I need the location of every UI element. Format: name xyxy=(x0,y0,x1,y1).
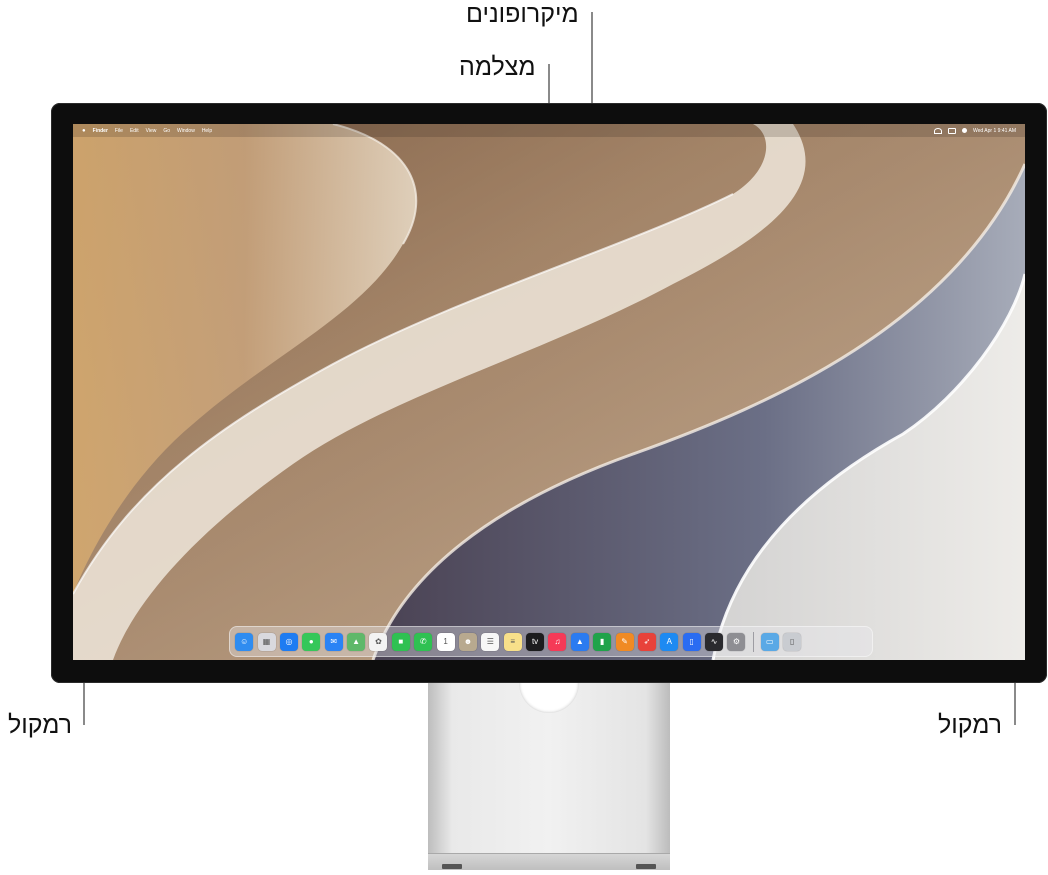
right-speaker-callout: רמקול xyxy=(938,711,1003,739)
apple-menu-icon[interactable]: ● xyxy=(82,128,86,134)
control-center-icon[interactable] xyxy=(948,127,956,134)
microphones-callout: מיקרופונים xyxy=(466,0,579,28)
activity-monitor-icon[interactable]: ∿ xyxy=(705,632,724,651)
menu-bar: ● Finder File Edit View Go Window Help W… xyxy=(73,124,1025,137)
notes-icon[interactable]: ≡ xyxy=(503,632,522,651)
wifi-icon[interactable] xyxy=(934,127,942,134)
calendar-icon[interactable]: 1 xyxy=(436,632,455,651)
menu-item-file[interactable]: File xyxy=(115,128,123,134)
photos-icon[interactable]: ✿ xyxy=(369,632,388,651)
contacts-icon[interactable]: ☻ xyxy=(458,632,477,651)
tv-icon[interactable]: tv xyxy=(526,632,545,651)
facetime-icon[interactable]: ■ xyxy=(391,632,410,651)
dock: ☺ ▦ ◎ ● ✉ ▲ ✿ ■ ✆ 1 ☻ ☰ ≡ tv ♫ ▲ ▮ ✎ ➶ A ▯ ∿ ⚙ ▭ ▯ xyxy=(229,626,873,657)
menu-item-go[interactable]: Go xyxy=(163,128,170,134)
menu-item-finder[interactable]: Finder xyxy=(93,128,108,134)
camera-callout: מצלמה xyxy=(459,53,536,81)
launchpad-icon[interactable]: ▦ xyxy=(257,632,276,651)
numbers-icon[interactable]: ▮ xyxy=(593,632,612,651)
iphone-mirroring-icon[interactable]: ▯ xyxy=(682,632,701,651)
finder-icon[interactable]: ☺ xyxy=(235,632,254,651)
music-icon[interactable]: ♫ xyxy=(548,632,567,651)
messages-icon[interactable]: ● xyxy=(302,632,321,651)
app-store-icon[interactable]: A xyxy=(660,632,679,651)
siri-icon[interactable] xyxy=(962,128,967,133)
camera-leader-line xyxy=(548,64,550,104)
keynote-icon[interactable]: ▲ xyxy=(570,632,589,651)
stand-base xyxy=(428,853,670,870)
left-speaker-callout: רמקול xyxy=(8,711,73,739)
system-settings-icon[interactable]: ⚙ xyxy=(727,632,746,651)
menu-bar-clock[interactable]: Wed Apr 1 9:41 AM xyxy=(973,128,1016,134)
right-speaker-leader-line xyxy=(1014,683,1016,725)
left-speaker-leader-line xyxy=(83,683,85,725)
dock-separator xyxy=(752,631,754,652)
maps-icon[interactable]: ▲ xyxy=(347,632,366,651)
pages-icon[interactable]: ✎ xyxy=(615,632,634,651)
mail-icon[interactable]: ✉ xyxy=(324,632,343,651)
microphones-leader-line xyxy=(591,12,593,104)
menu-item-help[interactable]: Help xyxy=(202,128,212,134)
stand-foot-right xyxy=(636,864,656,869)
menu-item-view[interactable]: View xyxy=(146,128,157,134)
menu-item-edit[interactable]: Edit xyxy=(130,128,139,134)
phone-icon[interactable]: ✆ xyxy=(414,632,433,651)
desktop-wallpaper xyxy=(73,124,1025,660)
studio-display: ● Finder File Edit View Go Window Help W… xyxy=(51,103,1047,683)
display-stand xyxy=(428,653,670,855)
rocket-icon[interactable]: ➶ xyxy=(637,632,656,651)
trash-icon[interactable]: ▯ xyxy=(783,632,802,651)
downloads-folder-icon[interactable]: ▭ xyxy=(760,632,779,651)
reminders-icon[interactable]: ☰ xyxy=(481,632,500,651)
display-screen: ● Finder File Edit View Go Window Help W… xyxy=(73,124,1025,660)
safari-icon[interactable]: ◎ xyxy=(279,632,298,651)
stand-foot-left xyxy=(442,864,462,869)
menu-item-window[interactable]: Window xyxy=(177,128,195,134)
